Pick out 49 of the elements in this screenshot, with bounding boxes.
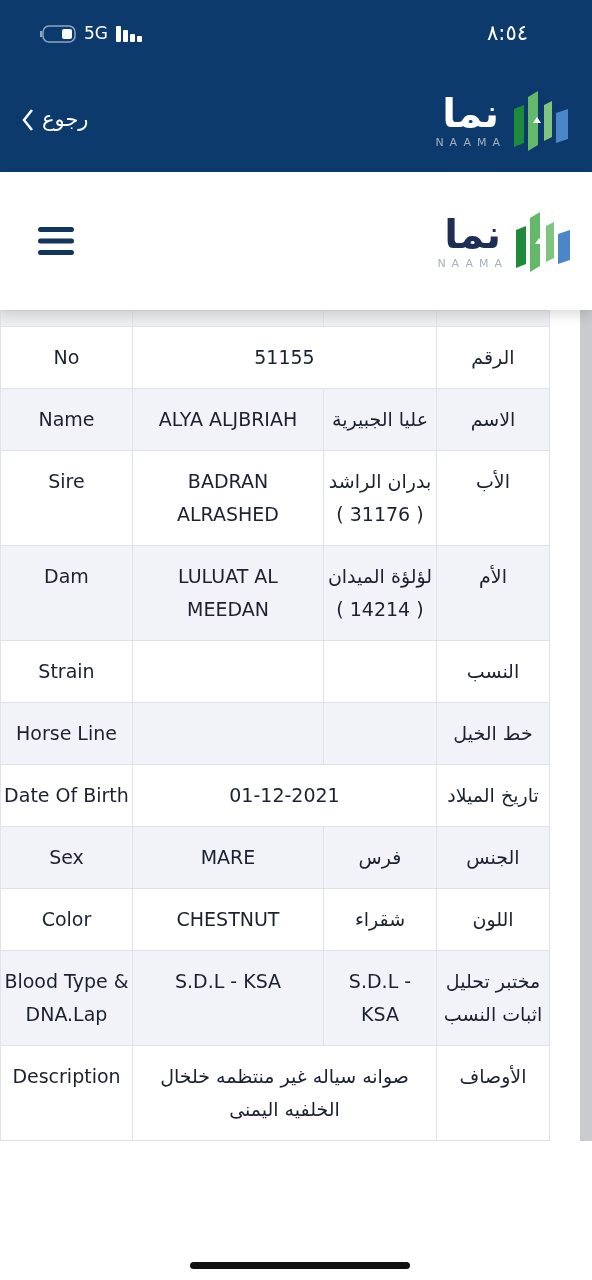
value-cell: لؤلؤة الميدان ( 14214 ) [323, 545, 437, 641]
value-cell: S.D.L - KSA [132, 950, 324, 1046]
back-button[interactable]: رجوع [22, 104, 89, 136]
value-cell: 51155 [132, 326, 437, 389]
row-label: مختبر تحليل اثبات النسب [436, 950, 550, 1046]
row-label: اللون [436, 888, 550, 951]
menu-icon [38, 227, 74, 255]
row-label: Dam [0, 545, 133, 641]
row-label: Color [0, 888, 133, 951]
row-label: الأوصاف [436, 1045, 550, 1141]
row-label: Description [0, 1045, 133, 1141]
value-cell: ALYA ALJBRIAH [132, 388, 324, 451]
row-label: Strain [0, 640, 133, 703]
logo-subtext: NAAMA [437, 257, 508, 269]
row-label: خط الخيل [436, 702, 550, 765]
menu-button[interactable] [38, 227, 74, 255]
row-label: Sire [0, 450, 133, 546]
value-cell: شقراء [323, 888, 437, 951]
row-label: Name [0, 388, 133, 451]
value-cell: MARE [132, 826, 324, 889]
battery-icon [40, 25, 76, 43]
value-cell: عليا الجبيرية [323, 388, 437, 451]
row-label: No [0, 326, 133, 389]
row-label: تاريخ الميلاد [436, 764, 550, 827]
value-cell: S.D.L - KSA [323, 950, 437, 1046]
logo-text: نما [442, 92, 500, 133]
chevron-left-icon [22, 108, 34, 132]
value-cell: بدران الراشد ( 31176 ) [323, 450, 437, 546]
value-cell: صوانه سياله غير منتظمه خلخال الخلفيه اليمنى [132, 1045, 437, 1141]
row-label: الجنس [436, 826, 550, 889]
value-cell: CHESTNUT [132, 888, 324, 951]
row-label: الأب [436, 450, 550, 546]
row-label: الرقم [436, 326, 550, 389]
value-cell: فرس [323, 826, 437, 889]
row-label: Blood Type & DNA.Lap [0, 950, 133, 1046]
row-label: النسب [436, 640, 550, 703]
row-label: الاسم [436, 388, 550, 451]
clock-time: ٨:٥٤ [487, 20, 528, 48]
row-label: الأم [436, 545, 550, 641]
signal-icon [116, 26, 144, 42]
row-label: Horse Line [0, 702, 133, 765]
value-cell: BADRAN ALRASHED [132, 450, 324, 546]
row-label: Date Of Birth [0, 764, 133, 827]
value-cell: 01-12-2021 [132, 764, 437, 827]
value-cell: LULUAT AL MEEDAN [132, 545, 324, 641]
row-label: Sex [0, 826, 133, 889]
logo-text: نما [444, 213, 502, 254]
network-label: 5G [84, 22, 108, 46]
logo-subtext: NAAMA [435, 136, 506, 148]
